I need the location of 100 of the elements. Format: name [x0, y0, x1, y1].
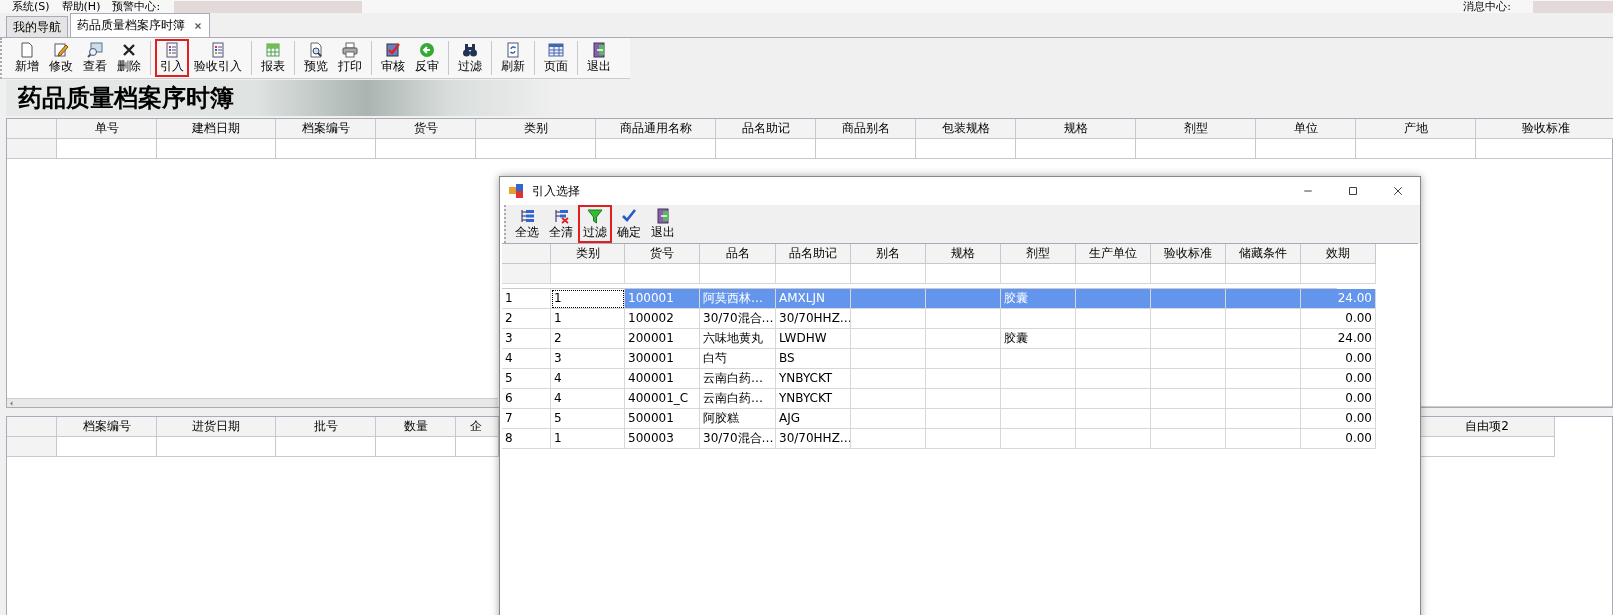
tab[interactable]: 我的导航: [6, 16, 68, 37]
table-cell: 400001_C: [625, 389, 700, 409]
table-row[interactable]: 7 5 500001 阿胶糕 AJG 0.00: [502, 409, 1418, 429]
toolbar-button[interactable]: 过滤: [578, 205, 612, 243]
column-header[interactable]: 建档日期: [157, 119, 276, 139]
table-row[interactable]: 6 4 400001_C 云南白药… YNBYCKT 0.00: [502, 389, 1418, 409]
menu-item[interactable]: 预警中心:: [112, 0, 161, 13]
toolbar-button[interactable]: 删除: [112, 39, 146, 77]
menu-item[interactable]: 系统(S): [12, 0, 50, 13]
toolbar-button[interactable]: 反审: [410, 39, 444, 77]
column-header[interactable]: 包装规格: [916, 119, 1016, 139]
column-header[interactable]: 品名: [700, 244, 776, 264]
column-header[interactable]: 生产单位: [1076, 244, 1151, 264]
column-header[interactable]: 别名: [851, 244, 926, 264]
table-cell: 1: [551, 309, 625, 329]
binoculars-icon: [462, 42, 478, 58]
column-header[interactable]: 类别: [476, 119, 596, 139]
table-row[interactable]: 3 2 200001 六味地黄丸 LWDHW 胶囊 24.00: [502, 329, 1418, 349]
toolbar-button[interactable]: 审核: [376, 39, 410, 77]
toolbar-button[interactable]: 打印: [333, 39, 367, 77]
column-header[interactable]: 验收标准: [1151, 244, 1226, 264]
table-cell: 胶囊: [1001, 329, 1076, 349]
table-cell: 300001: [625, 349, 700, 369]
table-icon: [548, 42, 564, 58]
table-cell: 白芍: [700, 349, 776, 369]
list-icon: [210, 42, 226, 58]
column-header[interactable]: 货号: [376, 119, 476, 139]
table-cell: 500001: [625, 409, 700, 429]
column-header[interactable]: 商品通用名称: [596, 119, 716, 139]
table-row[interactable]: 2 1 100002 30/70混合… 30/70HHZ… 0.00: [502, 309, 1418, 329]
column-header[interactable]: 剂型: [1001, 244, 1076, 264]
toolbar-button[interactable]: 刷新: [496, 39, 530, 77]
column-header[interactable]: 商品别名: [816, 119, 916, 139]
tree-list-icon: [519, 208, 535, 224]
page-title: 药品质量档案序时簿: [17, 84, 235, 113]
door-icon: [591, 42, 607, 58]
cross-icon: [121, 42, 137, 58]
column-header[interactable]: 效期: [1301, 244, 1376, 264]
table-row[interactable]: 1 1 100001 阿莫西林… AMXLJN 胶囊 24.00: [502, 289, 1418, 309]
toolbar-button[interactable]: 验收引入: [189, 39, 247, 77]
tree-list-cross-icon: [553, 208, 569, 224]
column-header[interactable]: 产地: [1356, 119, 1476, 139]
toolbar-button[interactable]: 预览: [299, 39, 333, 77]
column-header[interactable]: 单位: [1256, 119, 1356, 139]
column-header[interactable]: 企: [456, 417, 499, 437]
table-cell: 200001: [625, 329, 700, 349]
table-row[interactable]: 8 1 500003 30/70混合… 30/70HHZ… 0.00: [502, 429, 1418, 449]
table-cell: 0.00: [1301, 429, 1376, 449]
close-icon[interactable]: [1391, 185, 1404, 197]
column-header[interactable]: 验收标准: [1476, 119, 1613, 139]
toolbar-button[interactable]: 报表: [256, 39, 290, 77]
column-header[interactable]: 品名助记: [716, 119, 816, 139]
row-number: 6: [502, 389, 551, 409]
table-cell: 24.00: [1301, 329, 1376, 349]
horizontal-scrollbar[interactable]: [7, 398, 498, 407]
toolbar-button[interactable]: 查看: [78, 39, 112, 77]
close-icon[interactable]: [193, 20, 203, 31]
column-header[interactable]: 进货日期: [157, 417, 276, 437]
column-header[interactable]: 档案编号: [276, 119, 376, 139]
column-header[interactable]: 品名助记: [776, 244, 851, 264]
table-cell: 30/70HHZ…: [776, 429, 851, 449]
table-cell: 0.00: [1301, 349, 1376, 369]
table-cell: 0.00: [1301, 409, 1376, 429]
column-header[interactable]: 剂型: [1136, 119, 1256, 139]
column-header[interactable]: 自由项2: [1420, 417, 1555, 437]
maximize-icon[interactable]: [1346, 185, 1359, 197]
row-number: 4: [502, 349, 551, 369]
table-row[interactable]: 5 4 400001 云南白药… YNBYCKT 0.00: [502, 369, 1418, 389]
tab[interactable]: 药品质量档案序时簿: [70, 13, 210, 37]
menu-item[interactable]: 帮助(H): [61, 0, 101, 13]
funnel-icon: [587, 208, 603, 224]
column-header[interactable]: 货号: [625, 244, 700, 264]
toolbar-button[interactable]: 修改: [44, 39, 78, 77]
toolbar-button[interactable]: 退出: [646, 205, 680, 243]
table-cell: LWDHW: [776, 329, 851, 349]
printer-icon: [342, 42, 358, 58]
column-header[interactable]: 数量: [376, 417, 456, 437]
window-icon: [508, 183, 524, 199]
table-row[interactable]: 4 3 300001 白芍 BS 0.00: [502, 349, 1418, 369]
column-header[interactable]: 单号: [57, 119, 157, 139]
column-header[interactable]: 规格: [926, 244, 1001, 264]
table-cell: 4: [551, 389, 625, 409]
toolbar-button[interactable]: 退出: [582, 39, 616, 77]
toolbar-button[interactable]: 全清: [544, 205, 578, 243]
column-header[interactable]: 类别: [551, 244, 625, 264]
row-number: 8: [502, 429, 551, 449]
toolbar-button[interactable]: 引入: [155, 39, 189, 77]
toolbar-button[interactable]: 全选: [510, 205, 544, 243]
left-arrow-icon[interactable]: [8, 400, 15, 407]
column-header[interactable]: 档案编号: [57, 417, 157, 437]
table-cell: 阿莫西林…: [700, 289, 776, 309]
toolbar-button[interactable]: 确定: [612, 205, 646, 243]
row-number: 2: [502, 309, 551, 329]
toolbar-button[interactable]: 新增: [10, 39, 44, 77]
toolbar-button[interactable]: 页面: [539, 39, 573, 77]
table-cell: 六味地黄丸: [700, 329, 776, 349]
toolbar-button[interactable]: 过滤: [453, 39, 487, 77]
column-header[interactable]: 规格: [1016, 119, 1136, 139]
column-header[interactable]: 批号: [276, 417, 376, 437]
column-header[interactable]: 储藏条件: [1226, 244, 1301, 264]
